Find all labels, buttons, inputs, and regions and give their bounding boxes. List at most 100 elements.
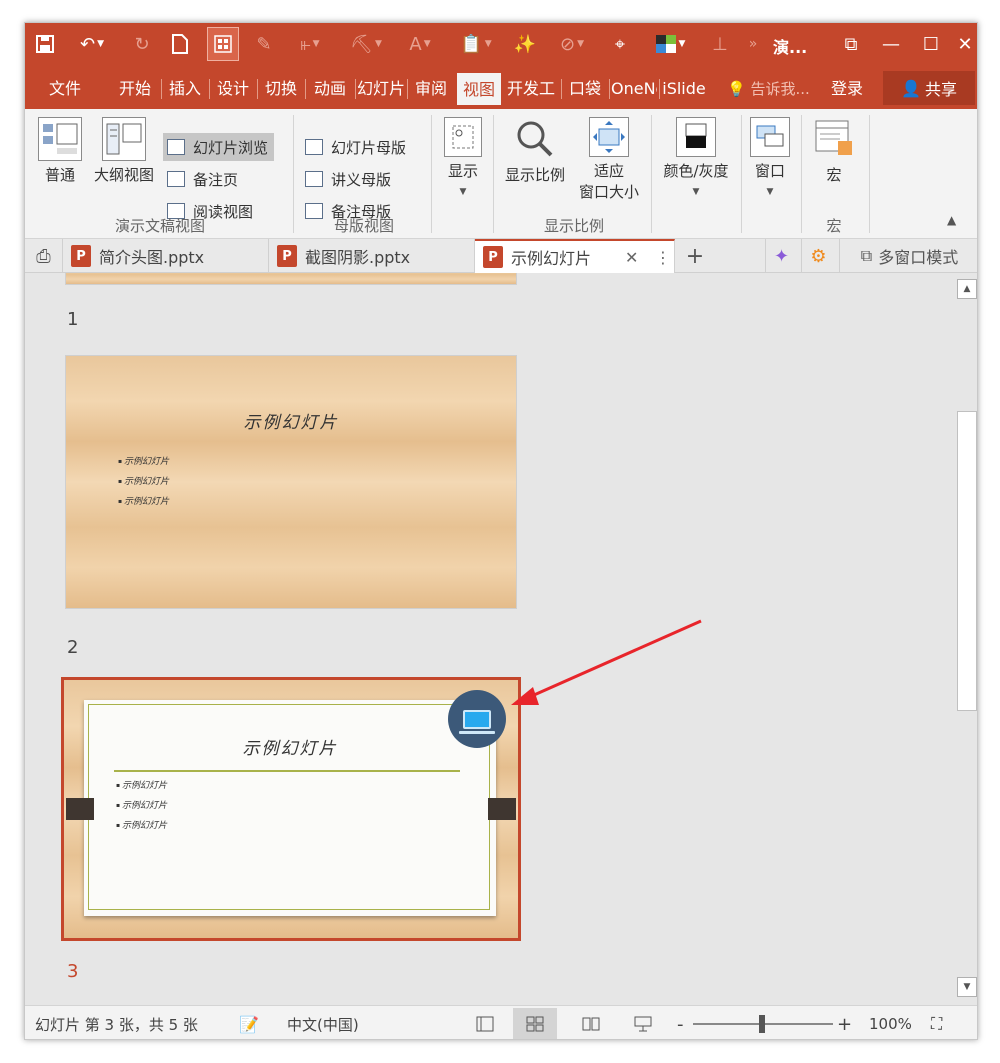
reading-view-status-icon[interactable] [569, 1008, 613, 1039]
macros-button[interactable]: 宏 [809, 117, 859, 186]
group-separator [741, 115, 742, 233]
tab-transitions[interactable]: 切换 [259, 73, 303, 105]
scroll-up-arrow-icon[interactable]: ▲ [957, 279, 977, 299]
notes-page-button[interactable]: 备注页 [163, 165, 244, 193]
magic-wand-icon[interactable]: ✦ [765, 239, 797, 273]
language-status[interactable]: 中文(中国) [287, 1006, 359, 1039]
tab-separator [609, 79, 610, 99]
handout-master-button[interactable]: 讲义母版 [301, 165, 397, 193]
more-options-icon[interactable]: ⋮ [655, 248, 671, 267]
slide-sorter-icon[interactable] [207, 27, 239, 61]
tab-view[interactable]: 视图 [457, 73, 501, 105]
magic-icon[interactable]: ✨ [507, 23, 543, 65]
tell-me-search[interactable]: 💡 告诉我... [727, 73, 810, 105]
zoom-level[interactable]: 100% [869, 1006, 912, 1039]
tab-pocket[interactable]: 口袋 [563, 73, 607, 105]
fit-slide-icon[interactable]: ⛶ [931, 1006, 942, 1039]
shape-icon[interactable]: ⊘ ▼ [549, 23, 595, 65]
more-icon[interactable]: » [741, 23, 765, 65]
tab-insert[interactable]: 插入 [163, 73, 207, 105]
fit-window-label-2: 窗口大小 [578, 183, 639, 201]
tab-slideshow[interactable]: 幻灯片 [357, 73, 405, 105]
slide-sorter-button[interactable]: 幻灯片浏览 [163, 133, 275, 161]
format-painter-icon[interactable]: ⛏ ▼ [341, 23, 391, 65]
close-window-button[interactable]: ✕ [951, 23, 977, 65]
document-tab[interactable]: P 截图阴影.pptx [269, 239, 475, 273]
color-dropdown-icon: ▼ [692, 187, 700, 197]
pen-icon[interactable]: ✎ [247, 23, 281, 65]
focus-icon[interactable]: ⌖ [603, 23, 637, 65]
multi-window-mode-button[interactable]: ⧉ 多窗口模式 [839, 239, 977, 273]
binder-clip-right [488, 798, 516, 820]
normal-view-status-icon[interactable] [463, 1008, 507, 1039]
slide-thumbnail-1[interactable] [65, 273, 517, 285]
close-tab-icon[interactable]: ✕ [625, 248, 638, 267]
zoom-button[interactable]: 显示比例 [499, 117, 571, 186]
redo-icon[interactable]: ↻ [125, 23, 159, 65]
group-separator [293, 115, 294, 233]
slide-sorter-status-icon[interactable] [513, 1008, 557, 1039]
fit-to-window-button[interactable]: 适应 窗口大小 [573, 117, 645, 203]
tab-design[interactable]: 设计 [211, 73, 255, 105]
show-dropdown-icon: ▼ [459, 187, 467, 197]
zoom-slider-thumb[interactable] [759, 1015, 765, 1033]
new-file-icon[interactable] [163, 23, 197, 65]
scroll-down-arrow-icon[interactable]: ▼ [957, 977, 977, 997]
spell-check-icon[interactable]: 📝 [239, 1006, 259, 1039]
align-icon[interactable]: ⫦ ▼ [287, 23, 333, 65]
add-tab-icon[interactable]: + [677, 239, 713, 273]
slide-master-icon [305, 139, 323, 155]
slide-transition-badge[interactable] [448, 690, 506, 748]
group-label-master-views: 母版视图 [333, 217, 394, 235]
document-tab-name: 截图阴影.pptx [305, 248, 411, 267]
group-label-macros: 宏 [826, 217, 842, 235]
undo-icon[interactable]: ↶ ▼ [67, 23, 117, 65]
slide-thumbnail-3-selected[interactable]: 示例幻灯片 示例幻灯片 示例幻灯片 示例幻灯片 [61, 677, 521, 941]
slide-master-button[interactable]: 幻灯片母版 [301, 133, 412, 161]
slide-sorter-icon [167, 139, 185, 155]
tab-developer[interactable]: 开发工 [505, 73, 557, 105]
notes-page-label: 备注页 [193, 170, 239, 189]
distribute-icon[interactable]: ⊥ [703, 23, 737, 65]
save-icon[interactable] [25, 23, 65, 65]
document-tab-active[interactable]: P 示例幻灯片 ✕ ⋮ [475, 239, 675, 273]
settings-gear-icon[interactable]: ⚙ [801, 239, 835, 273]
tab-list-icon[interactable]: ⎙ [25, 239, 63, 273]
vertical-scrollbar[interactable]: ▲ ▼ [955, 273, 977, 1005]
scroll-thumb[interactable] [957, 411, 977, 711]
font-icon[interactable]: A ▼ [397, 23, 443, 65]
window-button[interactable]: 窗口 ▼ [743, 117, 797, 203]
document-tab-bar: ⎙ P 简介头图.pptx P 截图阴影.pptx P 示例幻灯片 ✕ ⋮ + … [25, 239, 977, 273]
tell-me-text: 告诉我... [750, 80, 810, 98]
slide-thumbnail-2[interactable]: 示例幻灯片 示例幻灯片 示例幻灯片 示例幻灯片 [65, 355, 517, 609]
tab-home[interactable]: 开始 [113, 73, 157, 105]
tab-animations[interactable]: 动画 [307, 73, 353, 105]
group-separator [651, 115, 652, 233]
share-button[interactable]: 👤 共享 [883, 71, 975, 105]
macros-icon [812, 117, 856, 161]
slideshow-status-icon[interactable] [621, 1008, 665, 1039]
tab-onenote[interactable]: OneNote [611, 73, 657, 105]
tab-separator [407, 79, 408, 99]
normal-view-button[interactable]: 普通 [33, 117, 87, 186]
tab-islide[interactable]: iSlide [661, 73, 707, 105]
minimize-button[interactable]: — [871, 23, 911, 65]
color-grayscale-button[interactable]: 颜色/灰度 ▼ [655, 117, 737, 203]
tab-file[interactable]: 文件 [35, 73, 95, 105]
zoom-in-button[interactable]: + [837, 1006, 852, 1039]
slide-sorter-canvas: 1 示例幻灯片 示例幻灯片 示例幻灯片 示例幻灯片 2 示例幻灯片 示例幻灯片 … [25, 273, 955, 1005]
color-icon[interactable]: ▼ [645, 23, 695, 65]
document-tab[interactable]: P 简介头图.pptx [63, 239, 269, 273]
login-button[interactable]: 登录 [831, 73, 863, 105]
zoom-out-button[interactable]: - [677, 1006, 684, 1039]
slide-bullet-list: 示例幻灯片 示例幻灯片 示例幻灯片 [116, 776, 167, 836]
ribbon-display-options-button[interactable]: ⧉ [831, 23, 871, 65]
paste-icon[interactable]: 📋 ▼ [451, 23, 501, 65]
handout-master-icon [305, 171, 323, 187]
tab-separator [355, 79, 356, 99]
outline-view-button[interactable]: 大纲视图 [89, 117, 159, 186]
collapse-ribbon-icon[interactable]: ▲ [947, 213, 956, 227]
show-button[interactable]: 显示 ▼ [437, 117, 489, 203]
maximize-button[interactable]: ☐ [911, 23, 951, 65]
tab-review[interactable]: 审阅 [409, 73, 453, 105]
